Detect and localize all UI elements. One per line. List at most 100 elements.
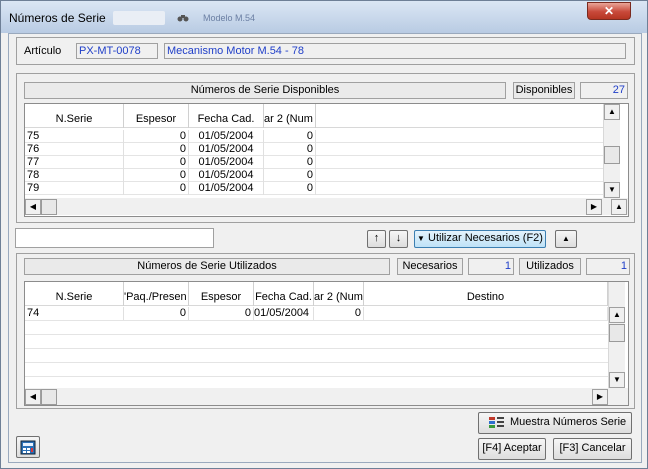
table-row[interactable]: 76 0 01/05/2004 0 [25,143,603,156]
utilizados-value: 1 [586,258,630,275]
cell-espesor: 0 [124,182,189,195]
col-fecha-cad[interactable]: Fecha Cad. [189,104,264,128]
move-up-button[interactable]: ↑ [367,230,386,248]
col-nserie[interactable]: N.Serie [25,282,124,306]
scroll-right-button[interactable]: ▶ [586,199,602,215]
background-window-field [113,11,165,25]
scroll-left-button[interactable]: ◀ [25,199,41,215]
arrow-up-icon: ↑ [373,232,380,244]
utilizados-group: Números de Serie Utilizados Necesarios 1… [16,253,635,409]
utilizados-vscroll[interactable]: ▲ ▼ [608,282,625,388]
disponibles-vscroll[interactable]: ▲ ▼ [603,104,620,198]
col-nserie[interactable]: N.Serie [25,104,124,128]
col-espesor[interactable]: Espesor [189,282,254,306]
window: Números de Serie Modelo M.54 ✕ Artículo … [0,0,648,469]
disponibles-count-label: Disponibles [513,82,575,99]
cell-fecha: 01/05/2004 [189,130,264,143]
scroll-thumb[interactable] [604,146,620,164]
utilizados-grid[interactable]: N.Serie 'Paq./Presen Espesor Fecha Cad. … [24,281,629,406]
col-paq-presen[interactable]: 'Paq./Presen [124,282,189,306]
cell-fecha: 01/05/2004 [254,307,314,320]
calculator-icon [20,440,36,458]
calculator-button[interactable] [16,436,40,458]
disponibles-group: Números de Serie Disponibles Disponibles… [16,73,635,223]
close-button[interactable]: ✕ [587,2,631,20]
table-row[interactable]: 74 0 0 01/05/2004 0 [25,307,608,321]
utilizar-necesarios-label: Utilizar Necesarios (F2) [428,232,543,244]
table-row[interactable]: 78 0 01/05/2004 0 [25,169,603,182]
collapse-button[interactable]: ▲ [555,230,577,248]
necesarios-value: 1 [468,258,514,275]
cell-num: 0 [314,307,364,320]
col-num[interactable]: ar 2 (Num [314,282,364,306]
cell-num: 0 [264,143,316,156]
scroll-thumb[interactable] [609,324,625,342]
arrow-down-icon: ↓ [395,232,402,244]
utilizar-necesarios-button[interactable]: ▼ Utilizar Necesarios (F2) [414,230,546,248]
scroll-up-button[interactable]: ▲ [604,104,620,120]
empty-row [25,363,608,377]
utilizados-header: Números de Serie Utilizados [24,258,390,275]
cell-espesor: 0 [189,307,254,320]
title-bar[interactable]: Números de Serie Modelo M.54 ✕ [1,1,647,33]
chevron-up-icon: ▲ [562,234,570,243]
cell-destino [364,307,608,320]
hscroll-thumb[interactable] [41,389,57,405]
hscroll-thumb[interactable] [41,199,57,215]
empty-row [25,349,608,363]
background-window-text: Modelo M.54 [203,13,256,23]
dropdown-arrow-icon: ▼ [417,234,425,243]
close-icon: ✕ [603,4,615,18]
scroll-left-button[interactable]: ◀ [25,389,41,405]
dialog-client: Artículo PX-MT-0078 Mecanismo Motor M.54… [8,33,642,463]
utilizados-hscroll[interactable]: ◀ ▶ [25,388,628,405]
scroll-down-button[interactable]: ▼ [609,372,625,388]
scroll-up-button[interactable]: ▲ [609,307,625,323]
cell-fecha: 01/05/2004 [189,156,264,169]
cell-serie: 79 [25,182,124,195]
cell-num: 0 [264,156,316,169]
cell-fecha: 01/05/2004 [189,143,264,156]
cell-serie: 77 [25,156,124,169]
cell-paq: 0 [124,307,189,320]
search-input[interactable] [15,228,214,248]
cell-espesor: 0 [124,169,189,182]
disponibles-grid-header: N.Serie Espesor Fecha Cad. ar 2 (Num [25,104,603,128]
table-row[interactable]: 79 0 01/05/2004 0 [25,182,603,195]
articulo-label: Artículo [24,45,62,57]
move-down-button[interactable]: ↓ [389,230,408,248]
disponibles-count-value: 27 [580,82,628,99]
col-fecha-cad[interactable]: Fecha Cad. [254,282,314,306]
articulo-code-field: PX-MT-0078 [76,43,158,59]
cell-espesor: 0 [124,143,189,156]
utilizados-grid-header: N.Serie 'Paq./Presen Espesor Fecha Cad. … [25,282,608,306]
utilizados-label: Utilizados [519,258,581,275]
table-row[interactable]: 75 0 01/05/2004 0 [25,130,603,143]
empty-row [25,335,608,349]
disponibles-header: Números de Serie Disponibles [24,82,506,99]
window-title: Números de Serie [9,11,106,25]
col-espesor[interactable]: Espesor [124,104,189,128]
cancelar-button[interactable]: [F3] Cancelar [553,438,632,460]
aceptar-button[interactable]: [F4] Aceptar [478,438,546,460]
scroll-down-button[interactable]: ▼ [604,182,620,198]
cell-serie: 76 [25,143,124,156]
cell-serie: 75 [25,130,124,143]
disponibles-hscroll[interactable]: ◀ ▶ ▲ [25,198,628,215]
scroll-right-button[interactable]: ▶ [592,389,608,405]
cell-num: 0 [264,130,316,143]
muestra-numeros-serie-button[interactable]: Muestra Números Serie [478,412,632,434]
scroll-corner-button[interactable]: ▲ [611,199,627,215]
cell-num: 0 [264,182,316,195]
col-num[interactable]: ar 2 (Num [264,104,316,128]
cell-num: 0 [264,169,316,182]
cell-espesor: 0 [124,130,189,143]
cell-fecha: 01/05/2004 [189,182,264,195]
table-row[interactable]: 77 0 01/05/2004 0 [25,156,603,169]
col-destino[interactable]: Destino [364,282,608,306]
cell-espesor: 0 [124,156,189,169]
cell-serie: 74 [25,307,124,320]
cell-serie: 78 [25,169,124,182]
articulo-description-field: Mecanismo Motor M.54 - 78 [164,43,626,59]
disponibles-grid[interactable]: N.Serie Espesor Fecha Cad. ar 2 (Num 75 … [24,103,629,217]
